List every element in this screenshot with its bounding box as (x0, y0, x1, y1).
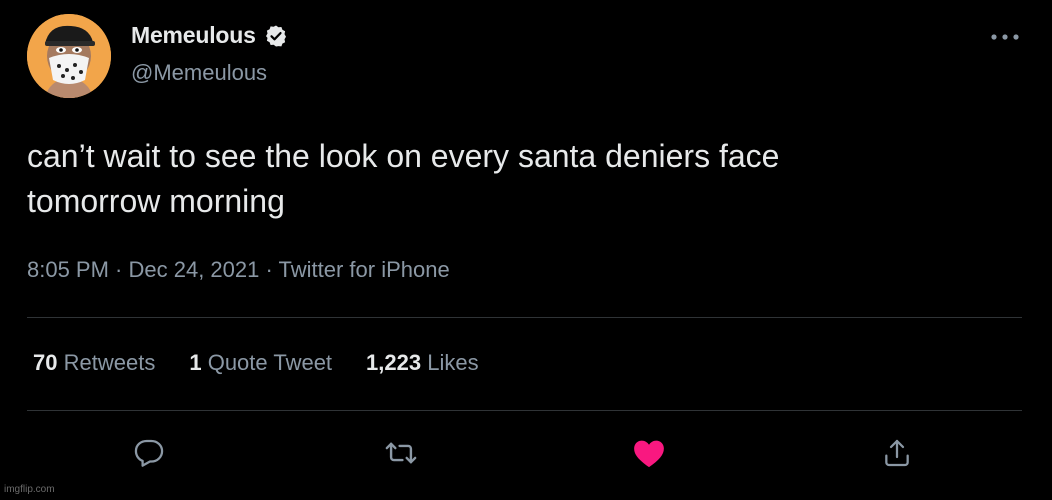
likes-count: 1,223 (366, 350, 422, 375)
divider (27, 410, 1022, 411)
divider (27, 317, 1022, 318)
quote-tweets-label: Quote Tweet (207, 350, 333, 375)
retweet-icon[interactable] (384, 436, 418, 470)
verified-badge-icon (264, 24, 288, 48)
retweets-stat[interactable]: 70 Retweets (33, 350, 155, 376)
tweet-text-line: tomorrow morning (27, 183, 285, 219)
quote-tweets-count: 1 (189, 350, 202, 375)
likes-stat[interactable]: 1,223 Likes (366, 350, 479, 376)
author-handle[interactable]: @Memeulous (131, 60, 267, 86)
author-display-name[interactable]: Memeulous (131, 22, 256, 49)
engagement-stats: 70 Retweets 1 Quote Tweet 1,223 Likes (33, 350, 479, 376)
tweet-timestamp-source[interactable]: 8:05 PM · Dec 24, 2021 · Twitter for iPh… (27, 257, 450, 283)
retweets-label: Retweets (63, 350, 156, 375)
imgflip-watermark: imgflip.com (4, 484, 55, 495)
likes-label: Likes (427, 350, 479, 375)
quote-tweets-stat[interactable]: 1 Quote Tweet (189, 350, 332, 376)
author-name-row[interactable]: Memeulous (131, 22, 288, 49)
tweet-text-line: can’t wait to see the look on every sant… (27, 138, 780, 174)
bored-ape-avatar-icon (27, 14, 111, 98)
reply-icon[interactable] (132, 436, 166, 470)
share-icon[interactable] (880, 436, 914, 470)
avatar[interactable] (27, 14, 111, 98)
tweet-text: can’t wait to see the look on every sant… (27, 134, 1027, 224)
more-options-icon[interactable] (988, 26, 1022, 48)
like-icon[interactable] (632, 436, 666, 470)
retweets-count: 70 (33, 350, 58, 375)
